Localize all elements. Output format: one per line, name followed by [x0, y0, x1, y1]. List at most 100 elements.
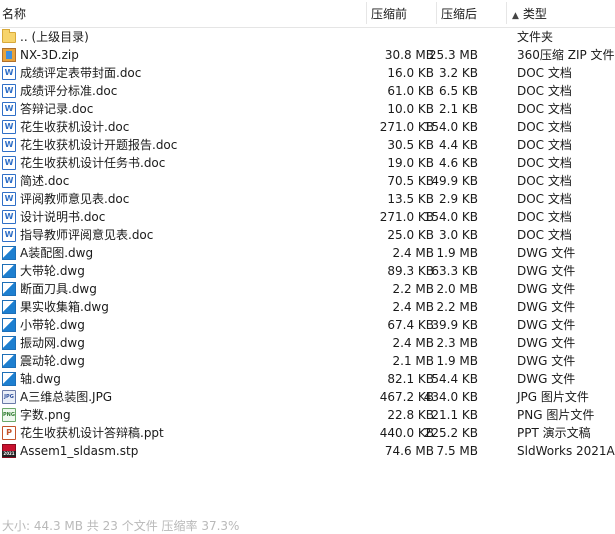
column-divider[interactable]: [366, 2, 367, 24]
dwg-icon: [2, 300, 16, 314]
file-original-size: 154.0 KB: [423, 210, 478, 224]
file-name: A装配图.dwg: [20, 246, 94, 260]
column-header-type[interactable]: ▲ 类型: [512, 6, 547, 22]
file-type: DOC 文档: [517, 102, 572, 116]
doc-icon: [2, 138, 16, 152]
file-name: 轴.dwg: [20, 372, 61, 386]
file-row[interactable]: 小带轮.dwg 67.4 KB 39.9 KB DWG 文件: [0, 316, 615, 334]
file-row[interactable]: 震动轮.dwg 2.1 MB 1.9 MB DWG 文件: [0, 352, 615, 370]
file-row[interactable]: NX-3D.zip 30.8 MB 25.3 MB 360压缩 ZIP 文件: [0, 46, 615, 64]
file-row[interactable]: 花生收获机设计任务书.doc 19.0 KB 4.6 KB DOC 文档: [0, 154, 615, 172]
file-row[interactable]: Assem1_sldasm.stp 74.6 MB7.5 MB SldWorks 2…: [0, 442, 615, 460]
file-name: 小带轮.dwg: [20, 318, 85, 332]
column-divider[interactable]: [436, 2, 437, 24]
file-name: 大带轮.dwg: [20, 264, 85, 278]
dwg-icon: [2, 354, 16, 368]
file-row[interactable]: 花生收获机设计答辩稿.ppt440.0 KB225.2 KBPPT 演示文稿: [0, 424, 615, 442]
status-bar: 大小: 44.3 MB 共 23 个文件 压缩率 37.3%: [2, 519, 240, 533]
parent-directory-row[interactable]: .. (上级目录) 文件夹: [0, 28, 615, 46]
file-compressed-size: 2.2 MB: [392, 282, 434, 296]
file-name: 成绩评定表带封面.doc: [20, 66, 142, 80]
file-name: 花生收获机设计开题报告.doc: [20, 138, 178, 152]
file-row[interactable]: 简述.doc 70.5 KB49.9 KB DOC 文档: [0, 172, 615, 190]
file-original-size: 1.9 MB: [436, 354, 478, 368]
file-row[interactable]: 成绩评定表带封面.doc 16.0 KB 3.2 KB DOC 文档: [0, 64, 615, 82]
column-divider[interactable]: [506, 2, 507, 24]
file-original-size: 1.9 MB: [436, 246, 478, 260]
file-row[interactable]: 振动网.dwg 2.4 MB 2.3 MB DWG 文件: [0, 334, 615, 352]
file-type: 360压缩 ZIP 文件: [517, 48, 615, 62]
file-compressed-size: 2.1 MB: [392, 354, 434, 368]
file-type: DOC 文档: [517, 156, 572, 170]
file-compressed-size: 67.4 KB: [387, 318, 434, 332]
doc-icon: [2, 66, 16, 80]
file-type: DOC 文档: [517, 84, 572, 98]
file-original-size: 7.5 MB: [436, 444, 478, 458]
file-type: DWG 文件: [517, 300, 576, 314]
file-row[interactable]: 断面刀具.dwg 2.2 MB 2.0 MB DWG 文件: [0, 280, 615, 298]
file-name: 设计说明书.doc: [20, 210, 106, 224]
dwg-icon: [2, 246, 16, 260]
jpg-icon: [2, 390, 16, 404]
file-type: JPG 图片文件: [517, 390, 589, 404]
dwg-icon: [2, 336, 16, 350]
sort-ascending-icon: ▲: [512, 11, 519, 21]
dwg-icon: [2, 264, 16, 278]
file-compressed-size: 89.3 KB: [387, 264, 434, 278]
file-compressed-size: 2.4 MB: [392, 336, 434, 350]
file-row[interactable]: A三维总装图.JPG467.2 KB434.0 KBJPG 图片文件: [0, 388, 615, 406]
file-row[interactable]: 指导教师评阅意见表.doc 25.0 KB 3.0 KB DOC 文档: [0, 226, 615, 244]
file-name: A三维总装图.JPG: [20, 390, 113, 404]
file-original-size: 2.1 KB: [439, 102, 478, 116]
file-original-size: 25.3 MB: [428, 48, 478, 62]
file-row[interactable]: 花生收获机设计开题报告.doc 30.5 KB 4.4 KB DOC 文档: [0, 136, 615, 154]
doc-icon: [2, 174, 16, 188]
doc-icon: [2, 120, 16, 134]
file-compressed-size: 82.1 KB: [387, 372, 434, 386]
file-row[interactable]: 花生收获机设计.doc271.0 KB154.0 KBDOC 文档: [0, 118, 615, 136]
doc-icon: [2, 210, 16, 224]
column-header-name[interactable]: 名称: [2, 6, 26, 22]
file-type: DWG 文件: [517, 354, 576, 368]
file-type: DWG 文件: [517, 246, 576, 260]
file-name: 振动网.dwg: [20, 336, 85, 350]
zip-icon: [2, 48, 16, 62]
file-name: 答辩记录.doc: [20, 102, 94, 116]
file-type: DOC 文档: [517, 138, 572, 152]
file-row[interactable]: 评阅教师意见表.doc 13.5 KB 2.9 KB DOC 文档: [0, 190, 615, 208]
file-type: DWG 文件: [517, 372, 576, 386]
dwg-icon: [2, 282, 16, 296]
file-compressed-size: 22.8 KB: [387, 408, 434, 422]
file-original-size: 39.9 KB: [431, 318, 478, 332]
file-row[interactable]: 轴.dwg 82.1 KB 54.4 KB DWG 文件: [0, 370, 615, 388]
file-row[interactable]: 成绩评分标准.doc 61.0 KB 6.5 KB DOC 文档: [0, 82, 615, 100]
file-row[interactable]: 字数.png 22.8 KB21.1 KB PNG 图片文件: [0, 406, 615, 424]
file-row[interactable]: A装配图.dwg 2.4 MB 1.9 MB DWG 文件: [0, 244, 615, 262]
file-name: 花生收获机设计答辩稿.ppt: [20, 426, 164, 440]
file-compressed-size: 19.0 KB: [387, 156, 434, 170]
file-row[interactable]: 大带轮.dwg 89.3 KB 63.3 KB DWG 文件: [0, 262, 615, 280]
file-compressed-size: 2.4 MB: [392, 246, 434, 260]
file-type: DWG 文件: [517, 264, 576, 278]
file-row[interactable]: 答辩记录.doc 10.0 KB 2.1 KB DOC 文档: [0, 100, 615, 118]
file-row[interactable]: 设计说明书.doc271.0 KB154.0 KBDOC 文档: [0, 208, 615, 226]
file-name: 评阅教师意见表.doc: [20, 192, 130, 206]
file-original-size: 434.0 KB: [423, 390, 478, 404]
file-type: SldWorks 2021A...: [517, 444, 615, 458]
file-original-size: 6.5 KB: [439, 84, 478, 98]
file-name: Assem1_sldasm.stp: [20, 444, 139, 458]
file-compressed-size: 13.5 KB: [387, 192, 434, 206]
file-compressed-size: 2.4 MB: [392, 300, 434, 314]
file-compressed-size: 70.5 KB: [387, 174, 434, 188]
file-type: DWG 文件: [517, 318, 576, 332]
file-original-size: 21.1 KB: [431, 408, 478, 422]
column-header-original[interactable]: 压缩后: [441, 6, 477, 22]
file-original-size: 4.6 KB: [439, 156, 478, 170]
doc-icon: [2, 102, 16, 116]
file-name: 断面刀具.dwg: [20, 282, 97, 296]
file-row[interactable]: 果实收集箱.dwg 2.4 MB 2.2 MB DWG 文件: [0, 298, 615, 316]
column-header-compressed[interactable]: 压缩前: [371, 6, 407, 22]
file-compressed-size: 16.0 KB: [387, 66, 434, 80]
file-name: 指导教师评阅意见表.doc: [20, 228, 154, 242]
file-original-size: 49.9 KB: [431, 174, 478, 188]
